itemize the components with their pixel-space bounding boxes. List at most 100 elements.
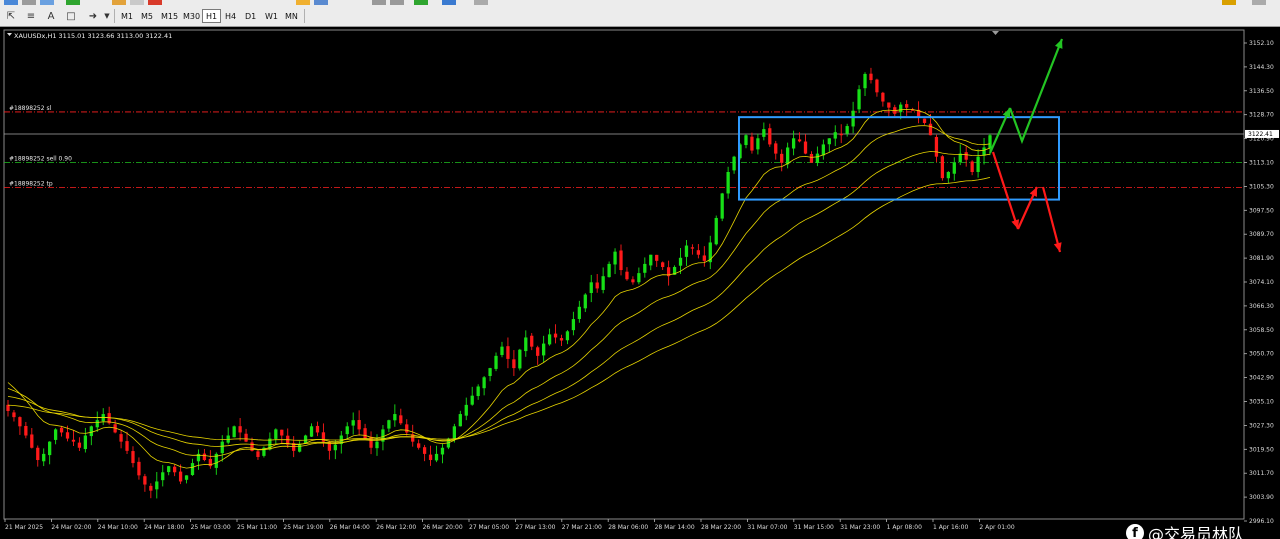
candle-body [577,306,581,319]
timeframe-d1[interactable]: D1 [242,9,259,23]
templates-icon[interactable] [474,0,488,5]
zoom-icon[interactable] [40,0,54,5]
timeframe-h1[interactable]: H1 [202,9,222,23]
minimize-icon[interactable] [1252,0,1266,5]
candle-body [922,118,927,123]
symbol-header: XAUUSDx,H1 3115.01 3123.66 3113.00 3122.… [14,32,172,40]
timeframe-w1[interactable]: W1 [262,9,281,23]
timeframe-m15[interactable]: M15 [158,9,181,23]
new-order-icon[interactable] [66,0,80,5]
autotrading-icon[interactable] [148,0,162,5]
candle-body [803,141,808,154]
candle-body [791,138,796,149]
candle-body [732,156,736,171]
zoom-out-icon[interactable] [390,0,404,5]
price-tick-label: 3050.70 [1249,351,1274,358]
timeframe-m5[interactable]: M5 [138,9,156,23]
time-tick-label: 2 Apr 01:00 [979,524,1014,531]
candle-body [36,447,40,461]
candle-body [714,217,718,245]
candle-body [690,247,695,249]
candle-body [274,429,278,439]
price-tick-label: 3003.90 [1249,494,1274,501]
candle-body [964,152,968,160]
candle-body [970,161,974,172]
text-tool-icon[interactable]: A [42,8,60,24]
candle-body [905,104,909,108]
candle-body [726,171,730,194]
candle-body [494,355,498,369]
candle-body [833,132,837,139]
pointer-icon[interactable]: ⇱ [2,8,20,24]
moving-average-line [7,177,991,441]
bullish-arrow-2-path [1008,38,1064,145]
candle-body [696,250,701,255]
chart-frame [3,29,1245,520]
timeframe-mn[interactable]: MN [282,9,301,23]
grid-lines-icon[interactable]: ≡ [22,8,40,24]
crosshair-icon[interactable] [296,0,310,5]
candle-body [48,441,52,456]
candle-body [756,138,760,150]
candle-body [476,386,480,397]
bearish-arrow-1-path [991,151,1020,230]
time-tick-label: 25 Mar 19:00 [283,524,323,531]
period-icon[interactable] [442,0,456,5]
chart-bar-icon[interactable] [314,0,328,5]
chart-shift-marker-icon[interactable] [992,31,999,35]
timeframe-m30[interactable]: M30 [180,9,203,23]
timeframe-m1[interactable]: M1 [118,9,136,23]
candle-body [42,453,46,462]
time-tick-label: 24 Mar 02:00 [51,524,91,531]
candle-body [65,432,70,439]
indicators-icon[interactable] [414,0,428,5]
candle-body [512,359,516,369]
timeframe-h4[interactable]: H4 [222,9,239,23]
price-tick-label: 3074.10 [1249,279,1274,286]
symbol-dropdown-icon[interactable] [7,33,12,36]
price-tick-label: 2996.10 [1249,518,1274,525]
candlestick-chart[interactable]: XAUUSDx,H1 3115.01 3123.66 3113.00 3122.… [0,27,1280,539]
profiles-icon[interactable] [22,0,36,5]
candle-body [762,129,766,137]
moving-average-line [7,108,991,469]
candle-body [744,135,748,146]
text-label-icon[interactable]: □ [62,8,80,24]
candle-body [541,343,546,356]
navigator-icon[interactable] [112,0,126,5]
price-tick-label: 3081.90 [1249,255,1274,262]
candle-body [982,147,986,156]
mt4-window: ⇱ ≡ A □ ➜ ▼ M1 M5 M15 M30 H1 H4 D1 W1 MN XAUUSDx… [0,0,1280,539]
candle-body [143,476,147,485]
watermark-text: @交易员林队 [1148,525,1245,539]
bullish-arrow-2 [1008,38,1064,145]
bearish-arrow-3-path [1041,186,1062,253]
time-tick-label: 31 Mar 07:00 [747,524,787,531]
candle-body [619,250,623,271]
candle-body [851,110,855,127]
candle-body [303,435,308,444]
zoom-in-icon[interactable] [372,0,386,5]
options-icon[interactable] [1222,0,1236,5]
candle-body [458,414,462,427]
facebook-icon: f [1126,524,1144,539]
time-tick-label: 1 Apr 08:00 [887,524,922,531]
candle-body [768,128,772,145]
candle-body [702,255,706,261]
chart-area[interactable]: XAUUSDx,H1 3115.01 3123.66 3113.00 3122.… [0,27,1280,539]
bearish-arrow-2 [1016,186,1039,230]
drawing-timeframe-toolbar: ⇱ ≡ A □ ➜ ▼ M1 M5 M15 M30 H1 H4 D1 W1 MN [0,6,1280,27]
new-chart-icon[interactable] [4,0,18,5]
price-tick-label: 3027.30 [1249,422,1274,429]
candle-body [89,426,93,437]
candle-body [12,412,16,418]
candle-body [827,138,831,145]
time-tick-label: 31 Mar 23:00 [840,524,880,531]
candle-body [6,404,10,411]
candle-body [601,276,605,290]
candle-body [375,441,379,449]
terminal-icon[interactable] [130,0,144,5]
time-tick-label: 21 Mar 2025 [5,524,43,531]
candle-body [845,126,849,134]
candle-body [149,485,153,491]
